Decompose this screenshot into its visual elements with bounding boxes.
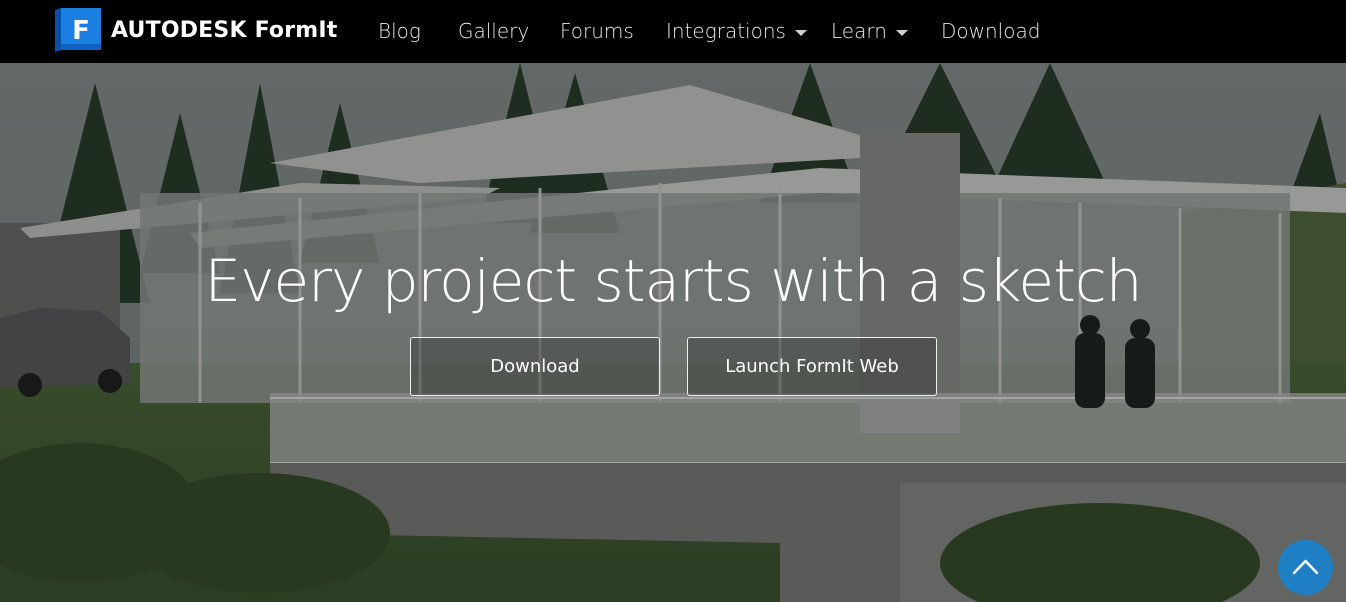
launch-formit-web-button[interactable]: Launch FormIt Web [687, 337, 937, 396]
caret-down-icon [794, 29, 807, 36]
download-button[interactable]: Download [410, 337, 660, 396]
nav-gallery[interactable]: Gallery [458, 18, 529, 44]
chevron-up-icon [1292, 559, 1319, 575]
formit-logo-icon: F [55, 8, 103, 52]
hero-headline: Every project starts with a sketch [204, 247, 1142, 315]
nav-integrations-dropdown[interactable]: Integrations [666, 18, 807, 44]
brand-logo[interactable]: F AUTODESK FormIt [55, 8, 338, 52]
scroll-to-top-button[interactable] [1278, 540, 1333, 595]
nav-blog[interactable]: Blog [378, 18, 421, 44]
nav-download[interactable]: Download [941, 18, 1040, 44]
caret-down-icon [895, 29, 908, 36]
nav-forums[interactable]: Forums [560, 18, 634, 44]
brand-name: AUTODESK FormIt [111, 17, 338, 43]
top-navbar: F AUTODESK FormIt Blog Gallery Forums In… [0, 0, 1346, 63]
logo-letter: F [72, 16, 90, 46]
hero-section: Every project starts with a sketch Downl… [0, 63, 1346, 602]
hero-dark-overlay [0, 63, 1346, 602]
nav-learn-dropdown[interactable]: Learn [831, 18, 908, 44]
